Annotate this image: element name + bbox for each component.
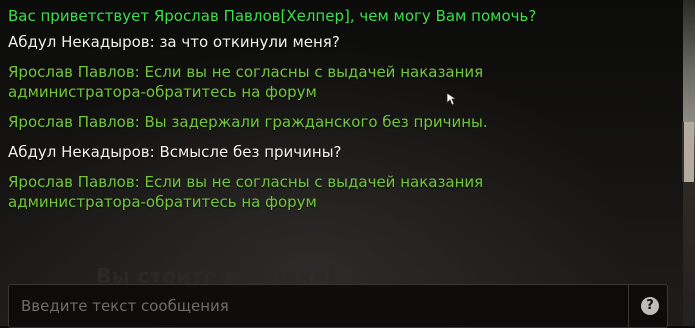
chat-message-input[interactable] bbox=[9, 285, 627, 327]
chat-input-bar: ? bbox=[8, 284, 668, 328]
chat-message-player: Абдул Некадыров: за что откинули меня? bbox=[8, 33, 340, 51]
chat-message-admin: Ярослав Павлов: Если вы не согласны с вы… bbox=[8, 63, 484, 101]
chat-log: Вас приветствует Ярослав Павлов[Хелпер],… bbox=[8, 6, 668, 222]
background-scene-edge bbox=[682, 0, 695, 326]
chat-message-admin: Ярослав Павлов: Вы задержали гражданског… bbox=[8, 113, 488, 131]
background-object bbox=[682, 122, 694, 182]
chat-message-player: Абдул Некадыров: Всмысле без причины? bbox=[8, 143, 342, 161]
input-divider bbox=[628, 285, 629, 327]
help-icon[interactable]: ? bbox=[641, 297, 659, 315]
chat-message-admin: Ярослав Павлов: Если вы не согласны с вы… bbox=[8, 173, 484, 211]
chat-message-helper-greeting: Вас приветствует Ярослав Павлов[Хелпер],… bbox=[8, 7, 537, 25]
